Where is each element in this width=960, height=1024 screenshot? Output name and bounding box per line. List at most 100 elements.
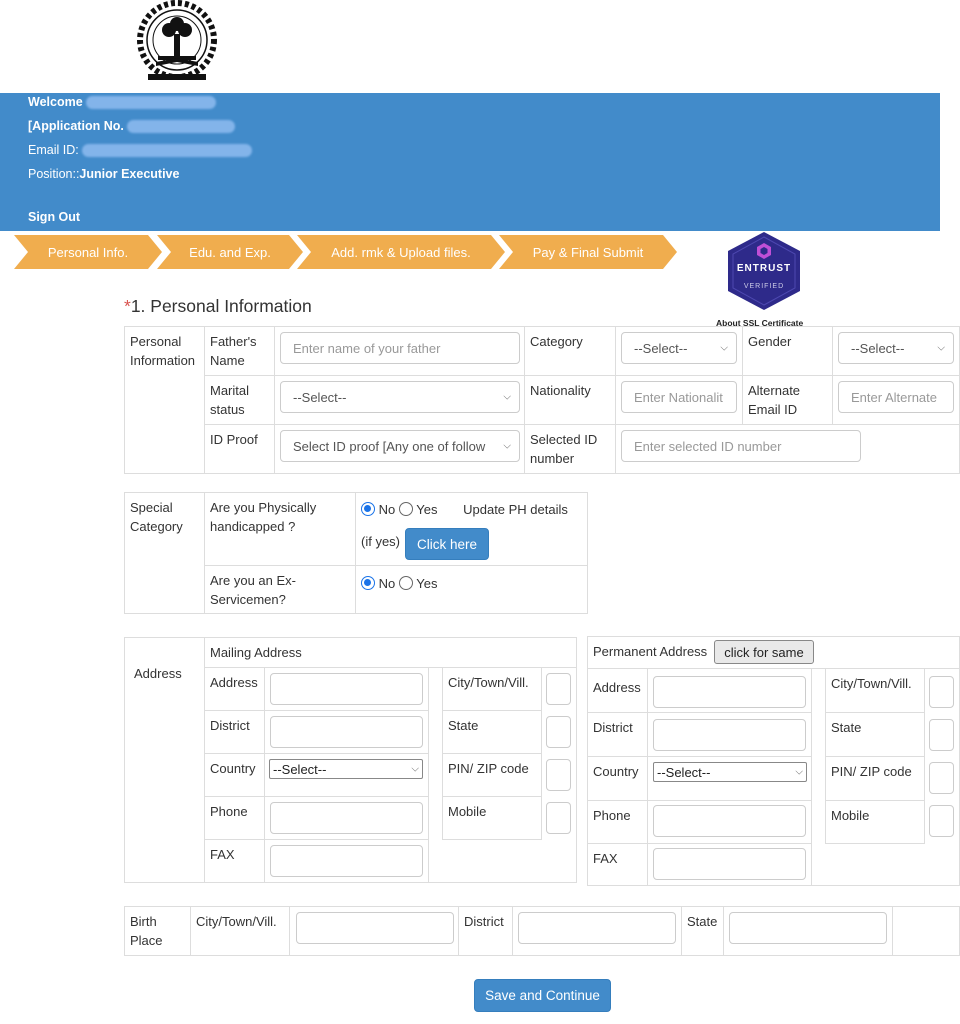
mail-fax-label: FAX	[204, 839, 265, 883]
mail-fax-input[interactable]	[270, 845, 423, 877]
gender-select[interactable]: --Select-- ⌵	[838, 332, 954, 364]
if-yes-label: (if yes)	[361, 534, 400, 549]
step-upload-files[interactable]: Add. rmk & Upload files.	[297, 235, 505, 269]
mail-mobile-input[interactable]	[546, 802, 571, 834]
perm-fax-input[interactable]	[653, 848, 806, 880]
mailing-title: Mailing Address	[204, 637, 577, 668]
step-personal-info[interactable]: Personal Info.	[14, 235, 162, 269]
perm-state-input[interactable]	[929, 719, 954, 751]
gender-label: Gender	[742, 326, 833, 376]
selected-id-input[interactable]: Enter selected ID number	[621, 430, 861, 462]
mail-address-label: Address	[204, 667, 265, 711]
ex-question: Are you an Ex-Servicemen?	[204, 565, 356, 614]
ex-yes-radio[interactable]	[398, 576, 413, 590]
marital-label: Marital status	[204, 375, 275, 425]
id-proof-label: ID Proof	[204, 424, 275, 474]
special-group-label: Special Category	[124, 492, 205, 614]
birth-state-input[interactable]	[729, 912, 887, 944]
chevron-down-icon: ⌵	[503, 440, 511, 452]
sign-out-link[interactable]: Sign Out	[28, 210, 80, 224]
redacted-name	[86, 96, 217, 110]
mail-country-select[interactable]: --Select-- ⌵	[269, 759, 423, 779]
birth-district-label: District	[458, 906, 513, 956]
applicant-header: Welcome [Application No. Email ID: Posit…	[0, 93, 940, 231]
mail-address-input[interactable]	[270, 673, 423, 705]
ph-yes-label: Yes	[416, 502, 438, 517]
redacted-email	[82, 144, 253, 158]
page-title: *1. Personal Information	[124, 296, 312, 317]
alt-email-input[interactable]: Enter Alternate	[838, 381, 954, 413]
badge-sub: VERIFIED	[743, 283, 785, 290]
id-proof-select[interactable]: Select ID proof [Any one of follow ⌵	[280, 430, 520, 462]
mail-phone-input[interactable]	[270, 802, 423, 834]
perm-phone-input[interactable]	[653, 805, 806, 837]
perm-state-label: State	[825, 712, 925, 757]
step-label: Edu. and Exp.	[189, 244, 271, 260]
perm-address-input[interactable]	[653, 676, 806, 708]
marital-value: --Select--	[293, 389, 347, 405]
perm-city-label: City/Town/Vill.	[825, 668, 925, 713]
ex-no-radio[interactable]	[361, 576, 375, 590]
mail-city-label: City/Town/Vill.	[442, 667, 542, 711]
nationality-label: Nationality	[524, 375, 616, 425]
category-value: --Select--	[634, 340, 688, 356]
marital-select[interactable]: --Select-- ⌵	[280, 381, 520, 413]
category-label: Category	[524, 326, 616, 376]
mail-country-label: Country	[204, 753, 265, 797]
alt-email-label: Alternate Email ID	[742, 375, 833, 425]
mail-pin-input[interactable]	[546, 759, 571, 791]
perm-pin-label: PIN/ ZIP code	[825, 756, 925, 801]
chevron-down-icon: ⌵	[411, 763, 419, 775]
mail-district-label: District	[204, 710, 265, 754]
welcome-label: Welcome	[28, 95, 83, 109]
birth-district-input[interactable]	[518, 912, 676, 944]
email-label: Email ID:	[28, 143, 79, 157]
mail-state-label: State	[442, 710, 542, 754]
perm-district-input[interactable]	[653, 719, 806, 751]
id-proof-value: Select ID proof [Any one of follow	[293, 438, 486, 454]
section-title-text: 1. Personal Information	[130, 296, 312, 316]
category-select[interactable]: --Select-- ⌵	[621, 332, 737, 364]
birth-group-label: Birth Place	[124, 906, 191, 956]
perm-city-input[interactable]	[929, 676, 954, 708]
required-mark: *	[124, 296, 131, 316]
ex-options: No Yes	[361, 576, 437, 591]
perm-mobile-input[interactable]	[929, 805, 954, 837]
click-here-button[interactable]: Click here	[405, 528, 489, 560]
mail-mobile-label: Mobile	[442, 796, 542, 840]
address-group-label: Address	[124, 637, 205, 883]
nationality-input[interactable]: Enter Nationalit	[621, 381, 737, 413]
gender-value: --Select--	[851, 340, 905, 356]
redacted-application-no	[127, 120, 236, 134]
perm-country-select[interactable]: --Select-- ⌵	[653, 762, 807, 782]
father-name-input[interactable]: Enter name of your father	[280, 332, 520, 364]
mail-district-input[interactable]	[270, 716, 423, 748]
perm-pin-input[interactable]	[929, 762, 954, 794]
father-label: Father's Name	[204, 326, 275, 376]
personal-group-label: Personal Information	[124, 326, 205, 474]
perm-country-value: --Select--	[657, 764, 711, 780]
chevron-down-icon: ⌵	[720, 342, 728, 354]
perm-country-label: Country	[587, 756, 648, 801]
ph-no-label: No	[378, 502, 396, 517]
birth-state-label: State	[681, 906, 724, 956]
ex-no-label: No	[378, 576, 396, 591]
ph-yes-radio[interactable]	[398, 502, 413, 516]
permanent-title: Permanent Address	[593, 644, 708, 659]
selected-id-label: Selected ID number	[524, 424, 616, 474]
mail-phone-label: Phone	[204, 796, 265, 840]
step-edu-exp[interactable]: Edu. and Exp.	[157, 235, 303, 269]
ph-no-radio[interactable]	[361, 502, 375, 516]
update-ph-label: Update PH details	[463, 502, 568, 517]
mail-city-input[interactable]	[546, 673, 571, 705]
badge-brand: ENTRUST	[736, 263, 792, 274]
step-final-submit[interactable]: Pay & Final Submit	[499, 235, 677, 269]
perm-district-label: District	[587, 712, 648, 757]
mail-pin-label: PIN/ ZIP code	[442, 753, 542, 797]
save-and-continue-button[interactable]: Save and Continue	[474, 979, 611, 1012]
birth-city-input[interactable]	[296, 912, 454, 944]
mail-country-value: --Select--	[273, 761, 327, 777]
mail-state-input[interactable]	[546, 716, 571, 748]
same-address-button[interactable]: click for same	[714, 640, 814, 664]
chevron-down-icon: ⌵	[937, 342, 945, 354]
